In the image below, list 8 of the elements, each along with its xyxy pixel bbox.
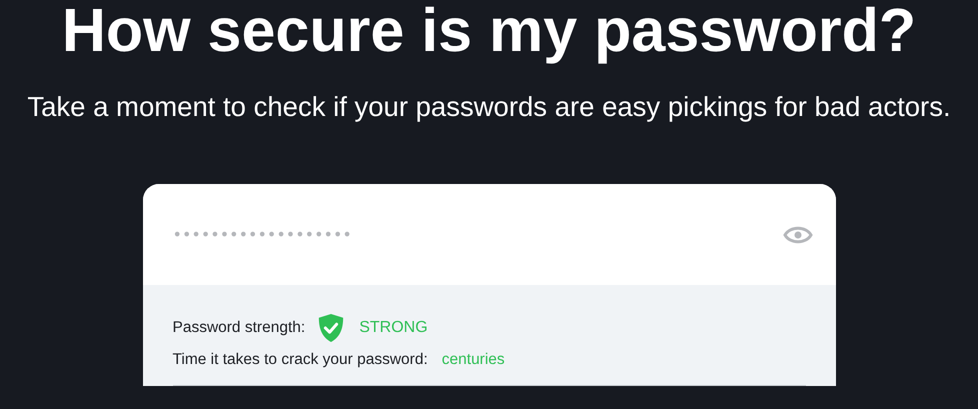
page-subtitle: Take a moment to check if your passwords are easy pickings for bad actors. (27, 90, 951, 124)
crack-time-label: Time it takes to crack your password: (172, 351, 428, 369)
page-heading: How secure is my password? (62, 0, 916, 66)
strength-label: Password strength: (172, 319, 306, 337)
crack-time-value: centuries (442, 351, 505, 369)
password-field[interactable]: ••••••••••••••••••• (172, 225, 472, 244)
shield-check-icon (317, 313, 346, 343)
strength-value: STRONG (359, 319, 428, 337)
